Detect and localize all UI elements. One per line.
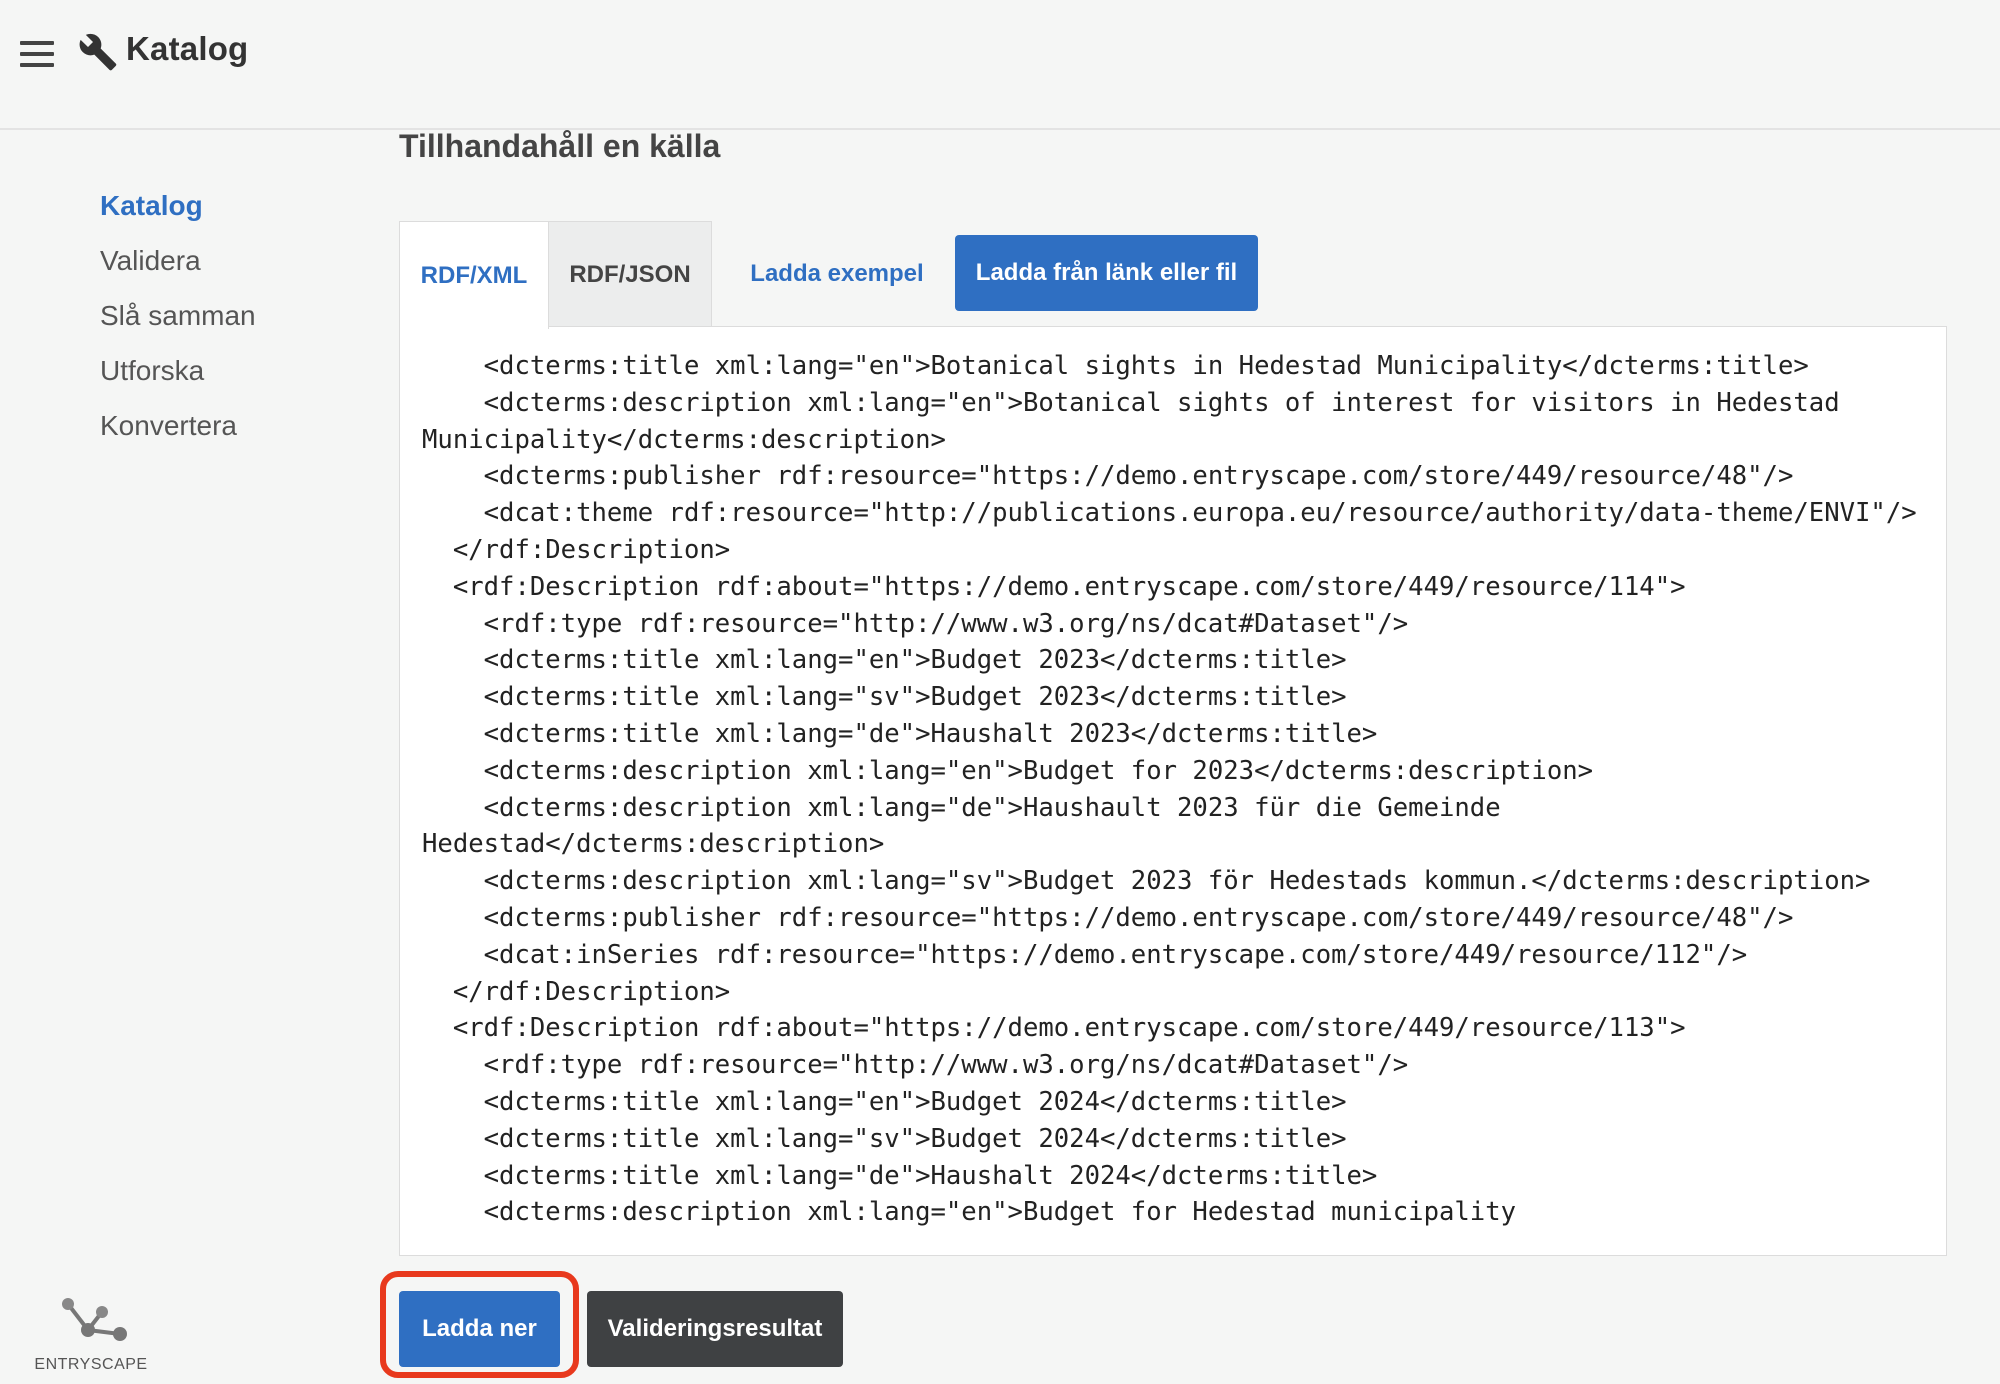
hamburger-menu-icon[interactable]	[20, 41, 54, 67]
code-line: <dcterms:title xml:lang="en">Budget 2024…	[422, 1086, 1347, 1117]
code-line: <dcterms:description xml:lang="en">Budge…	[422, 755, 1594, 786]
sidebar-item-sla-samman[interactable]: Slå samman	[100, 296, 360, 351]
code-line: <dcterms:description xml:lang="de">Haush…	[422, 792, 1501, 823]
app-title: Katalog	[126, 30, 249, 67]
sidebar-item-validera[interactable]: Validera	[100, 241, 360, 296]
sidebar-item-utforska[interactable]: Utforska	[100, 351, 360, 406]
code-line: <dcat:theme rdf:resource="http://publica…	[422, 498, 1917, 529]
wrench-icon	[79, 33, 117, 71]
code-line: <dcat:inSeries rdf:resource="https://dem…	[422, 939, 1748, 970]
code-line: <dcterms:publisher rdf:resource="https:/…	[422, 461, 1794, 492]
code-line: <dcterms:description xml:lang="en">Budge…	[422, 1197, 1517, 1228]
code-line: <rdf:type rdf:resource="http://www.w3.or…	[422, 608, 1409, 639]
code-line: </rdf:Description>	[422, 976, 731, 1007]
tab-rdf-json[interactable]: RDF/JSON	[549, 221, 712, 327]
code-line: </rdf:Description>	[422, 534, 731, 565]
sidebar: Katalog Validera Slå samman Utforska Kon…	[100, 186, 360, 461]
load-from-link-or-file-button[interactable]: Ladda från länk eller fil	[955, 235, 1258, 311]
validation-results-button[interactable]: Valideringsresultat	[587, 1291, 843, 1367]
code-line: <dcterms:title xml:lang="sv">Budget 2023…	[422, 682, 1347, 713]
sidebar-item-katalog[interactable]: Katalog	[100, 186, 360, 241]
code-line: Municipality</dcterms:description>	[422, 424, 946, 455]
code-line: <dcterms:title xml:lang="en">Budget 2023…	[422, 645, 1347, 676]
tab-rdf-xml[interactable]: RDF/XML	[399, 221, 549, 329]
logo-text: ENTRYSCAPE	[34, 1356, 148, 1373]
code-line: Hedestad</dcterms:description>	[422, 829, 885, 860]
code-line: <rdf:type rdf:resource="http://www.w3.or…	[422, 1050, 1409, 1081]
code-line: <dcterms:title xml:lang="sv">Budget 2024…	[422, 1123, 1347, 1154]
download-button[interactable]: Ladda ner	[399, 1291, 560, 1367]
code-line: <rdf:Description rdf:about="https://demo…	[422, 571, 1686, 602]
code-content: <dcterms:title xml:lang="en">Botanical s…	[400, 327, 1946, 1231]
sidebar-item-konvertera[interactable]: Konvertera	[100, 406, 360, 461]
code-line: <dcterms:title xml:lang="de">Haushalt 20…	[422, 718, 1378, 749]
network-logo-icon	[62, 1298, 127, 1341]
page-title: Tillhandahåll en källa	[399, 128, 721, 164]
code-line: <dcterms:publisher rdf:resource="https:/…	[422, 902, 1794, 933]
rdf-code-editor[interactable]: <dcterms:title xml:lang="en">Botanical s…	[399, 326, 1947, 1256]
code-line: <dcterms:description xml:lang="sv">Budge…	[422, 866, 1871, 897]
code-line: <dcterms:title xml:lang="de">Haushalt 20…	[422, 1160, 1378, 1191]
code-line: <rdf:Description rdf:about="https://demo…	[422, 1013, 1686, 1044]
code-line: <dcterms:title xml:lang="en">Botanical s…	[422, 351, 1809, 381]
load-example-link[interactable]: Ladda exempel	[712, 221, 962, 327]
top-bar: Katalog	[0, 0, 2000, 130]
code-line: <dcterms:description xml:lang="en">Botan…	[422, 387, 1840, 418]
